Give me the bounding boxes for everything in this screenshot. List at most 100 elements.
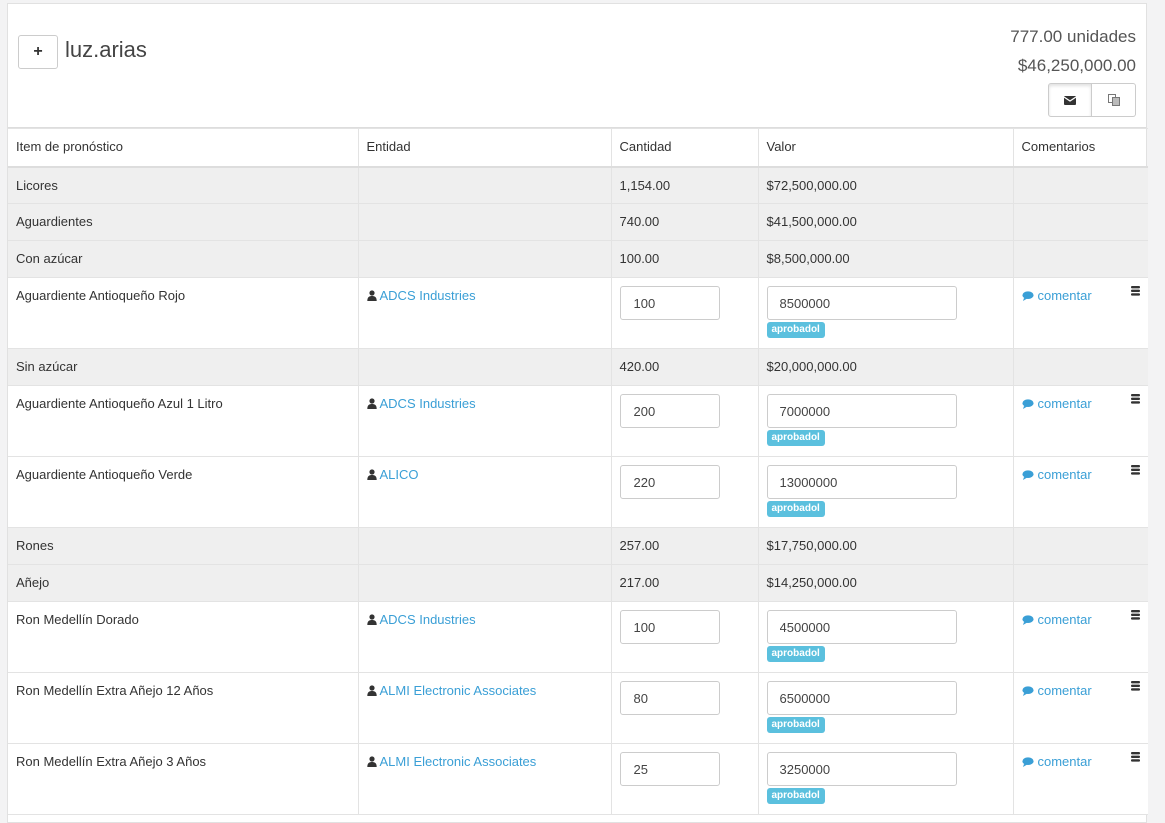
database-icon[interactable] — [1131, 752, 1140, 762]
entity-link[interactable]: ADCS Industries — [366, 288, 603, 303]
group-row: Aguardientes 740.00 $41,500,000.00 — [8, 203, 1148, 241]
comment-link[interactable]: comentar — [1021, 288, 1092, 303]
email-button[interactable] — [1048, 83, 1092, 117]
comment-label: comentar — [1037, 467, 1092, 482]
quantity-input[interactable] — [619, 610, 720, 644]
copy-button[interactable] — [1092, 83, 1136, 117]
quantity-input[interactable] — [619, 681, 720, 715]
entity-cell: ALMI Electronic Associates — [357, 743, 612, 815]
entity-link[interactable]: ADCS Industries — [366, 396, 603, 411]
comments-cell: comentar — [1012, 601, 1148, 673]
envelope-icon — [1064, 95, 1076, 105]
item-name: Licores — [8, 166, 359, 204]
value-cell: aprobadol — [757, 277, 1014, 349]
entity-link[interactable]: ADCS Industries — [366, 612, 603, 627]
database-icon[interactable] — [1131, 394, 1140, 404]
comment-icon — [1021, 685, 1034, 696]
item-name: Rones — [8, 527, 359, 565]
entity-cell — [357, 348, 612, 386]
forecast-table: Item de pronóstico Entidad Cantidad Valo… — [8, 128, 1148, 815]
comments-cell — [1012, 240, 1148, 278]
quantity-input[interactable] — [619, 465, 720, 499]
table-row: Ron Medellín Dorado ADCS Industries aproba… — [8, 601, 1148, 673]
comment-label: comentar — [1037, 754, 1092, 769]
approved-badge: aprobadol — [766, 717, 825, 733]
table-row: Ron Medellín Extra Añejo 12 Años ALMI Ele… — [8, 672, 1148, 744]
comment-link[interactable]: comentar — [1021, 683, 1092, 698]
database-icon[interactable] — [1131, 610, 1140, 620]
entity-link[interactable]: ALMI Electronic Associates — [366, 683, 603, 698]
comment-link[interactable]: comentar — [1021, 396, 1092, 411]
quantity-total: 257.00 — [610, 527, 759, 565]
comment-link[interactable]: comentar — [1021, 467, 1092, 482]
user-title: luz.arias — [65, 37, 147, 62]
value-input[interactable] — [766, 681, 957, 715]
entity-name: ADCS Industries — [379, 612, 476, 627]
comment-label: comentar — [1037, 396, 1092, 411]
quantity-total: 217.00 — [610, 564, 759, 602]
value-input[interactable] — [766, 286, 957, 320]
user-icon — [366, 398, 377, 409]
comment-label: comentar — [1037, 288, 1092, 303]
expand-button[interactable]: + — [18, 35, 58, 69]
quantity-cell — [610, 385, 759, 457]
quantity-cell — [610, 277, 759, 349]
entity-cell — [357, 203, 612, 241]
item-name: Aguardientes — [8, 203, 359, 241]
entity-cell: ALMI Electronic Associates — [357, 672, 612, 744]
value-input[interactable] — [766, 752, 957, 786]
entity-link[interactable]: ALMI Electronic Associates — [366, 754, 603, 769]
comments-cell — [1012, 527, 1148, 565]
entity-name: ALMI Electronic Associates — [379, 683, 537, 698]
column-header-entity: Entidad — [357, 128, 612, 168]
quantity-input[interactable] — [619, 286, 720, 320]
comment-icon — [1021, 469, 1034, 480]
value-total: $41,500,000.00 — [757, 203, 1014, 241]
quantity-total: 1,154.00 — [610, 166, 759, 204]
value-cell: aprobadol — [757, 601, 1014, 673]
comment-link[interactable]: comentar — [1021, 612, 1092, 627]
approved-badge: aprobadol — [766, 430, 825, 446]
database-icon[interactable] — [1131, 286, 1140, 296]
quantity-cell — [610, 672, 759, 744]
quantity-total: 740.00 — [610, 203, 759, 241]
item-name: Añejo — [8, 564, 359, 602]
value-cell: aprobadol — [757, 672, 1014, 744]
value-cell: aprobadol — [757, 743, 1014, 815]
database-icon[interactable] — [1131, 681, 1140, 691]
value-input[interactable] — [766, 394, 957, 428]
comments-cell — [1012, 564, 1148, 602]
value-total: $8,500,000.00 — [757, 240, 1014, 278]
entity-cell — [357, 564, 612, 602]
totals: 777.00 unidades $46,250,000.00 — [1010, 22, 1136, 80]
quantity-input[interactable] — [619, 752, 720, 786]
entity-name: ALMI Electronic Associates — [379, 754, 537, 769]
group-row: Añejo 217.00 $14,250,000.00 — [8, 564, 1148, 602]
user-icon — [366, 469, 377, 480]
table-row: Aguardiente Antioqueño Azul 1 Litro ADCS … — [8, 385, 1148, 457]
comment-icon — [1021, 756, 1034, 767]
item-name: Ron Medellín Dorado — [8, 601, 359, 673]
comment-icon — [1021, 398, 1034, 409]
user-icon — [366, 290, 377, 301]
entity-link[interactable]: ALICO — [366, 467, 603, 482]
total-amount: $46,250,000.00 — [1017, 56, 1136, 75]
user-icon — [366, 685, 377, 696]
value-input[interactable] — [766, 465, 957, 499]
user-icon — [366, 756, 377, 767]
comments-cell: comentar — [1012, 672, 1148, 744]
entity-cell: ADCS Industries — [357, 601, 612, 673]
value-input[interactable] — [766, 610, 957, 644]
item-name: Aguardiente Antioqueño Rojo — [8, 277, 359, 349]
comment-link[interactable]: comentar — [1021, 754, 1092, 769]
comments-cell: comentar — [1012, 277, 1148, 349]
database-icon[interactable] — [1131, 465, 1140, 475]
quantity-input[interactable] — [619, 394, 720, 428]
entity-cell: ALICO — [357, 456, 612, 528]
panel-header: + luz.arias 777.00 unidades $46,250,000.… — [8, 4, 1146, 128]
quantity-cell — [610, 456, 759, 528]
item-name: Ron Medellín Extra Añejo 12 Años — [8, 672, 359, 744]
approved-badge: aprobadol — [766, 501, 825, 517]
comments-cell: comentar — [1012, 385, 1148, 457]
table-row: Ron Medellín Extra Añejo 3 Años ALMI Elec… — [8, 743, 1148, 815]
